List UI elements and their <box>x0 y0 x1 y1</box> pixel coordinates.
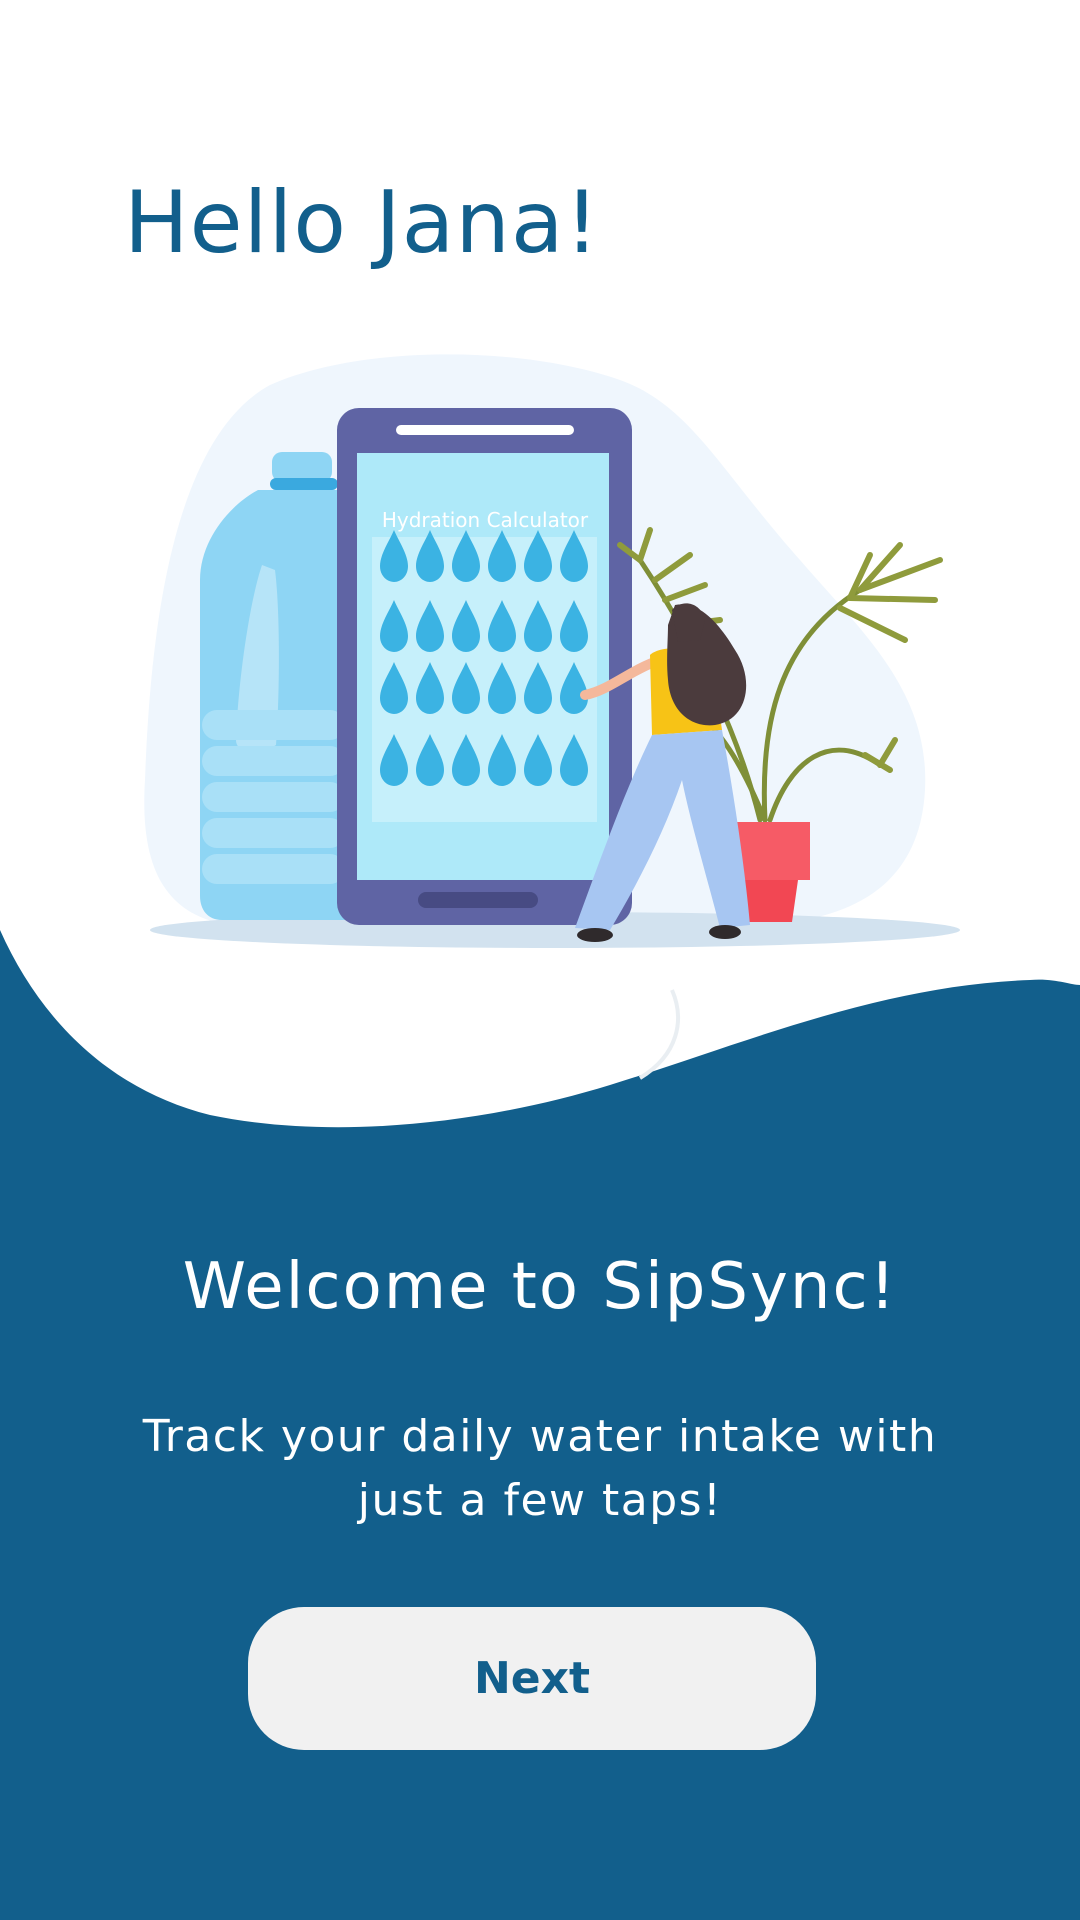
next-button[interactable]: Next <box>248 1607 816 1750</box>
hydration-illustration: Hydration Calculator <box>144 354 960 948</box>
phone-icon <box>337 408 632 925</box>
water-bottle-icon <box>200 452 345 920</box>
phone-screen-title: Hydration Calculator <box>382 508 589 532</box>
onboarding-screen: Hello Jana! Hydration Calculator Welcome… <box>0 0 1080 1920</box>
welcome-subtitle: Track your daily water intake with just … <box>142 1411 938 1526</box>
welcome-title: Welcome to SipSync! <box>182 1250 898 1324</box>
